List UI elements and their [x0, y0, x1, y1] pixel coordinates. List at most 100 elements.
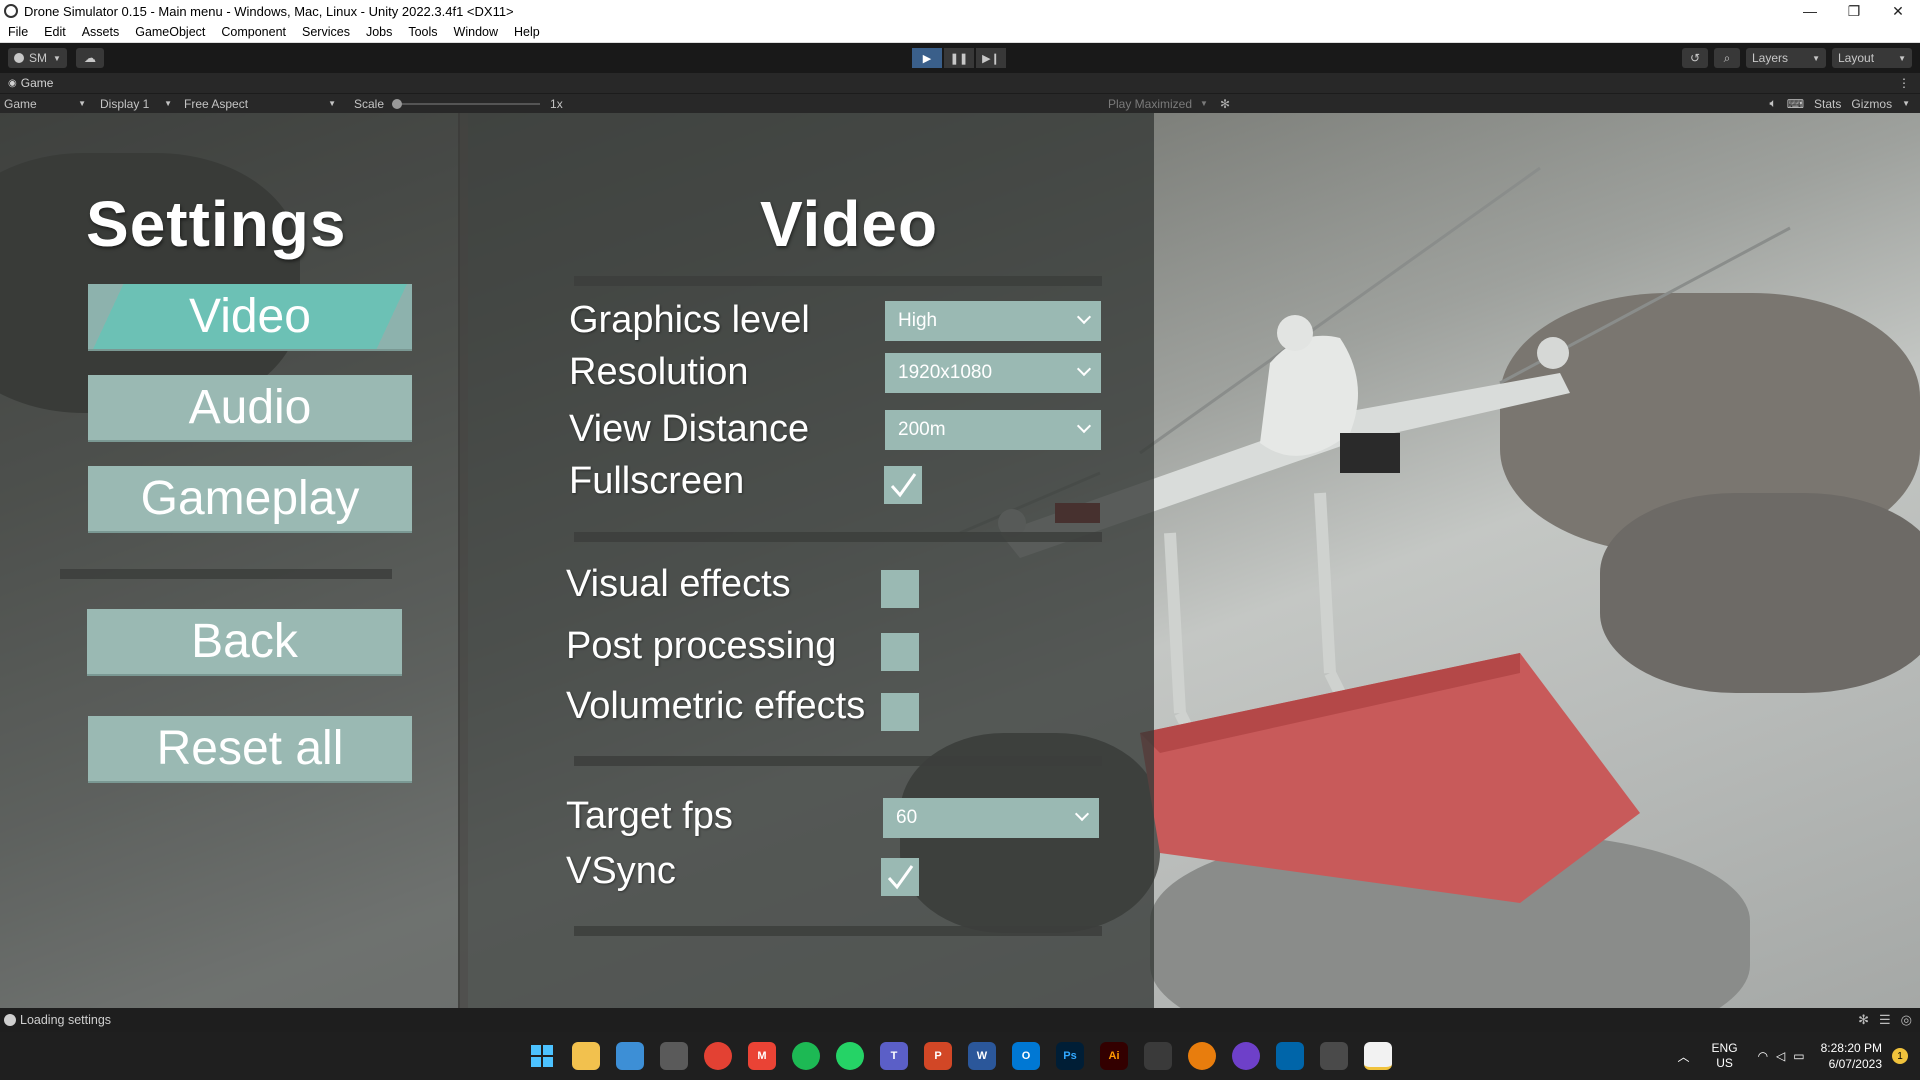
menu-jobs[interactable]: Jobs: [358, 25, 400, 39]
gameplay-button[interactable]: Gameplay: [88, 466, 412, 533]
drone-motor: [1537, 337, 1569, 369]
aspect-dropdown[interactable]: Free Aspect ▼: [180, 97, 340, 111]
scale-slider[interactable]: [392, 98, 541, 109]
menu-separator: [60, 569, 392, 579]
word-icon[interactable]: W: [968, 1042, 996, 1070]
mute-audio-icon[interactable]: 🔈︎: [1770, 96, 1777, 111]
post-processing-checkbox[interactable]: [881, 633, 919, 671]
audio-button[interactable]: Audio: [88, 375, 412, 442]
minimize-button[interactable]: —: [1788, 0, 1832, 22]
target-fps-label: Target fps: [566, 795, 733, 837]
play-button[interactable]: ▶: [912, 48, 942, 68]
visual-effects-checkbox[interactable]: [881, 570, 919, 608]
close-button[interactable]: ✕: [1876, 0, 1920, 22]
drone-camera: [1340, 433, 1400, 473]
keyboard-icon[interactable]: ⌨︎: [1787, 97, 1804, 111]
spotify-icon[interactable]: [792, 1042, 820, 1070]
view-distance-dropdown[interactable]: 200m: [885, 410, 1101, 450]
view-mode-dropdown[interactable]: Game ▼: [0, 97, 90, 111]
restore-button[interactable]: ❐: [1832, 0, 1876, 22]
volume-icon[interactable]: ◁: [1776, 1049, 1785, 1063]
step-icon: ▶❙: [982, 52, 1000, 65]
blender-icon[interactable]: [1188, 1042, 1216, 1070]
wifi-icon[interactable]: ◠: [1758, 1049, 1768, 1063]
menu-component[interactable]: Component: [213, 25, 294, 39]
menu-window[interactable]: Window: [446, 25, 506, 39]
illustrator-icon[interactable]: Ai: [1100, 1042, 1128, 1070]
fullscreen-checkbox[interactable]: [884, 466, 922, 504]
chrome-icon[interactable]: [704, 1042, 732, 1070]
chevron-down-icon[interactable]: ▼: [1902, 99, 1910, 108]
clock-time: 8:28:20 PM: [1820, 1041, 1882, 1055]
menu-tools[interactable]: Tools: [400, 25, 445, 39]
clock[interactable]: 8:28:20 PM 6/07/2023: [1821, 1040, 1882, 1072]
vscode-icon[interactable]: [1276, 1042, 1304, 1070]
display-label: Display 1: [100, 96, 150, 111]
cloud-button[interactable]: ☁: [76, 48, 104, 68]
scale-value: 1x: [550, 96, 563, 111]
volumetric-effects-checkbox[interactable]: [881, 693, 919, 731]
layers-stack-icon[interactable]: ☰: [1879, 1012, 1891, 1028]
menu-assets[interactable]: Assets: [74, 25, 128, 39]
menu-gameobject[interactable]: GameObject: [127, 25, 213, 39]
chevron-down-icon: [1076, 361, 1092, 377]
game-control-bar: Game ▼ Display 1 ▼ Free Aspect ▼ Scale 1…: [0, 93, 1920, 113]
notepad-icon[interactable]: [616, 1042, 644, 1070]
game-view[interactable]: Settings Video Audio Gameplay Back Reset…: [0, 113, 1920, 1008]
status-message: Loading settings: [20, 1013, 112, 1027]
tab-game[interactable]: ◉ Game: [0, 76, 61, 90]
scale-slider-handle[interactable]: [392, 98, 403, 109]
resolution-dropdown[interactable]: 1920x1080: [885, 353, 1101, 393]
display-dropdown[interactable]: Display 1 ▼: [96, 97, 176, 111]
windows-start-icon[interactable]: [528, 1042, 556, 1070]
vsync-checkbox[interactable]: [881, 858, 919, 896]
chevron-down-icon: ▼: [1812, 53, 1820, 63]
chevron-down-icon: [1076, 418, 1092, 434]
menu-services[interactable]: Services: [294, 25, 358, 39]
file-explorer-icon[interactable]: [572, 1042, 600, 1070]
pause-button[interactable]: ❚❚: [944, 48, 974, 68]
unity-icon[interactable]: [1320, 1042, 1348, 1070]
chevron-up-icon[interactable]: ︿: [1678, 1048, 1690, 1065]
menu-file[interactable]: File: [0, 25, 36, 39]
layout-dropdown[interactable]: Layout ▼: [1832, 48, 1912, 68]
gmail-icon[interactable]: M: [748, 1042, 776, 1070]
gizmos-button[interactable]: Gizmos: [1851, 97, 1892, 111]
account-button[interactable]: SM ▼: [8, 48, 67, 68]
kebab-menu-icon[interactable]: ⋮: [1898, 76, 1910, 90]
check-circle-icon[interactable]: ◎: [1901, 1012, 1912, 1028]
graphics-level-dropdown[interactable]: High: [885, 301, 1101, 341]
history-button[interactable]: ↺: [1682, 48, 1708, 68]
chevron-down-icon: ▼: [78, 99, 86, 108]
layers-dropdown[interactable]: Layers ▼: [1746, 48, 1826, 68]
step-button[interactable]: ▶❙: [976, 48, 1006, 68]
language-indicator[interactable]: ENG US: [1712, 1041, 1738, 1071]
document-icon[interactable]: [1364, 1042, 1392, 1070]
chevron-down-icon: ▼: [1200, 99, 1208, 108]
outlook-icon[interactable]: O: [1012, 1042, 1040, 1070]
search-button[interactable]: ⌕: [1714, 48, 1740, 68]
debug-icon[interactable]: ✻: [1858, 1012, 1869, 1028]
photoshop-icon[interactable]: Ps: [1056, 1042, 1084, 1070]
teams-icon[interactable]: T: [880, 1042, 908, 1070]
menu-edit[interactable]: Edit: [36, 25, 74, 39]
reset-all-button[interactable]: Reset all: [88, 716, 412, 783]
play-mode-dropdown[interactable]: Play Maximized ▼ ✻: [1104, 97, 1234, 111]
menu-help[interactable]: Help: [506, 25, 548, 39]
notification-badge[interactable]: 1: [1892, 1048, 1908, 1064]
video-button[interactable]: Video: [88, 284, 412, 351]
back-button[interactable]: Back: [87, 609, 402, 676]
play-mode-label: Play Maximized: [1108, 96, 1193, 111]
whatsapp-icon[interactable]: [836, 1042, 864, 1070]
powerpoint-icon[interactable]: P: [924, 1042, 952, 1070]
github-icon[interactable]: [1232, 1042, 1260, 1070]
section-separator: [574, 532, 1102, 542]
stats-button[interactable]: Stats: [1814, 97, 1841, 111]
battery-icon[interactable]: ▭: [1793, 1049, 1804, 1063]
calculator-icon[interactable]: [660, 1042, 688, 1070]
bug-icon[interactable]: ✻: [1220, 97, 1230, 111]
section-separator: [574, 926, 1102, 936]
target-fps-dropdown[interactable]: 60: [883, 798, 1099, 838]
view-distance-value: 200m: [898, 419, 946, 440]
davinci-resolve-icon[interactable]: [1144, 1042, 1172, 1070]
